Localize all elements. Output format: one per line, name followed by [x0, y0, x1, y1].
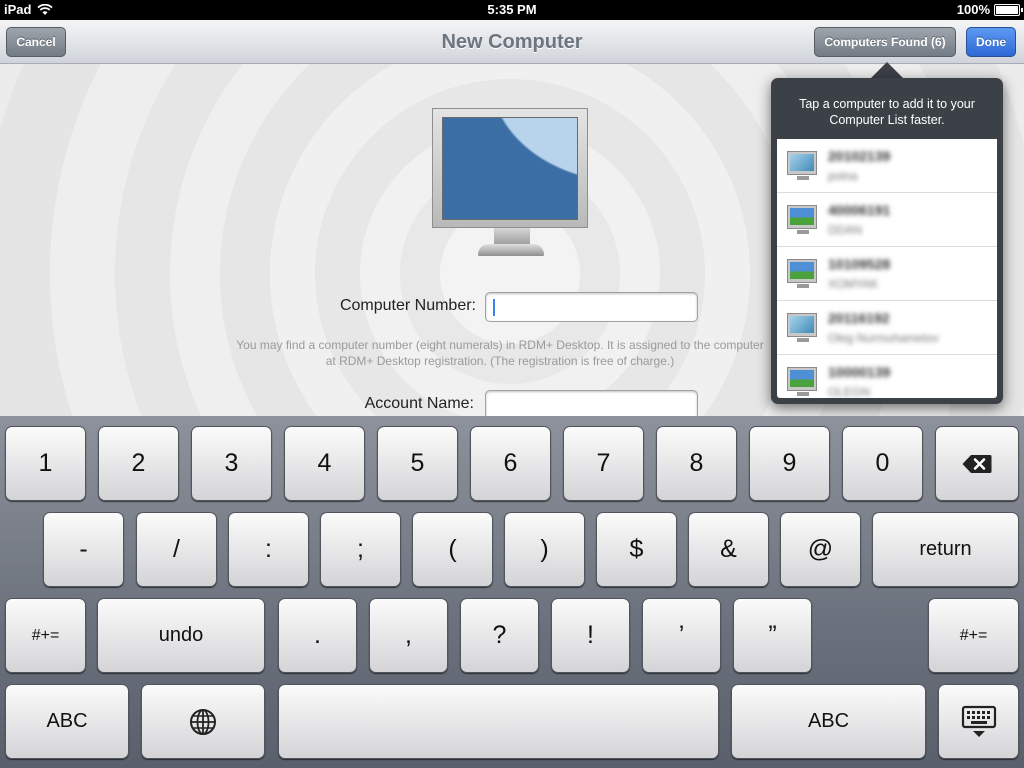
status-bar: iPad 5:35 PM 100% [0, 0, 1024, 20]
key-question[interactable]: ? [460, 598, 539, 673]
key-4[interactable]: 4 [284, 426, 365, 501]
abc-key-left[interactable]: ABC [5, 684, 129, 759]
status-time: 5:35 PM [487, 2, 537, 17]
key-6[interactable]: 6 [470, 426, 551, 501]
popover-arrow [870, 62, 904, 79]
monitor-base [478, 244, 544, 256]
monitor-icon-screen [790, 370, 814, 387]
hide-keyboard-icon [961, 705, 996, 737]
keyboard: 1 2 3 4 5 6 7 8 9 0 - / : ; ( ) $ & @ re… [0, 416, 1024, 768]
computer-number-hint: You may find a computer number (eight nu… [236, 338, 764, 368]
monitor-icon-xp [787, 205, 817, 234]
key-period[interactable]: . [278, 598, 357, 673]
monitor-icon-xp [787, 259, 817, 288]
return-key[interactable]: return [872, 512, 1019, 587]
key-1[interactable]: 1 [5, 426, 86, 501]
computer-owner: XOMYAK [828, 277, 879, 291]
key-exclamation[interactable]: ! [551, 598, 630, 673]
key-slash[interactable]: / [136, 512, 217, 587]
computer-list-item[interactable]: 40006191 DDAN [777, 193, 997, 247]
computer-number: 10000139 [828, 364, 891, 380]
monitor-icon-blue [787, 313, 817, 342]
computer-owner: Oleg Nurmuhametov [828, 331, 939, 345]
key-close-paren[interactable]: ) [504, 512, 585, 587]
key-3[interactable]: 3 [191, 426, 272, 501]
computer-number: 40006191 [828, 202, 891, 218]
key-semicolon[interactable]: ; [320, 512, 401, 587]
computer-number: 20102139 [828, 148, 891, 164]
done-button[interactable]: Done [966, 27, 1016, 57]
computer-owner: DDAN [828, 223, 863, 237]
battery-icon [994, 3, 1023, 16]
computer-list-item[interactable]: 20102139 polna [777, 139, 997, 193]
computer-monitor-icon [432, 108, 588, 228]
account-name-input[interactable] [485, 390, 698, 416]
key-9[interactable]: 9 [749, 426, 830, 501]
monitor-icon-blue [787, 151, 817, 180]
monitor-screen [442, 117, 578, 220]
account-name-label: Account Name: [364, 395, 474, 412]
key-2[interactable]: 2 [98, 426, 179, 501]
status-right: 100% [956, 2, 1023, 17]
backspace-icon [962, 454, 992, 473]
computer-list-item[interactable]: 20116192 Oleg Nurmuhametov [777, 301, 997, 355]
battery-label: 100% [956, 2, 990, 17]
abc-key-right[interactable]: ABC [731, 684, 926, 759]
key-at[interactable]: @ [780, 512, 861, 587]
backspace-key[interactable] [935, 426, 1019, 501]
symbols-key-left[interactable]: #+= [5, 598, 86, 673]
space-key[interactable] [278, 684, 719, 759]
computer-list-item[interactable]: 10109528 XOMYAK [777, 247, 997, 301]
computer-list-item[interactable]: 10000139 OLEGN [777, 355, 997, 398]
key-ampersand[interactable]: & [688, 512, 769, 587]
key-5[interactable]: 5 [377, 426, 458, 501]
popover-header: Tap a computer to add it to your Compute… [799, 97, 975, 127]
key-dash[interactable]: - [43, 512, 124, 587]
computer-owner: polna [828, 169, 858, 183]
computer-number-input[interactable] [485, 292, 698, 322]
navigation-bar: Cancel New Computer Computers Found (6) … [0, 20, 1024, 64]
undo-key[interactable]: undo [97, 598, 265, 673]
key-7[interactable]: 7 [563, 426, 644, 501]
text-caret [493, 299, 495, 316]
computer-number: 20116192 [828, 310, 890, 326]
hide-keyboard-key[interactable] [938, 684, 1019, 759]
monitor-icon-screen [790, 208, 814, 225]
key-0[interactable]: 0 [842, 426, 923, 501]
key-comma[interactable]: , [369, 598, 448, 673]
monitor-icon-screen [790, 316, 814, 333]
key-quote[interactable]: ” [733, 598, 812, 673]
symbols-key-right[interactable]: #+= [928, 598, 1019, 673]
computer-number-label: Computer Number: [339, 297, 476, 314]
monitor-icon-screen [790, 262, 814, 279]
computers-found-button[interactable]: Computers Found (6) [814, 27, 956, 57]
key-apostrophe[interactable]: ’ [642, 598, 721, 673]
key-colon[interactable]: : [228, 512, 309, 587]
globe-icon [190, 708, 216, 735]
computer-owner: OLEGN [828, 385, 871, 398]
globe-key[interactable] [141, 684, 265, 759]
battery-fill [996, 5, 1018, 14]
computer-number: 10109528 [828, 256, 891, 272]
key-open-paren[interactable]: ( [412, 512, 493, 587]
monitor-icon-xp [787, 367, 817, 396]
computer-list[interactable]: 20102139 polna 40006191 DDAN 10109528 XOMYAK 2… [777, 139, 997, 398]
key-dollar[interactable]: $ [596, 512, 677, 587]
computers-found-popover: Tap a computer to add it to your Compute… [771, 78, 1003, 404]
key-8[interactable]: 8 [656, 426, 737, 501]
monitor-icon-screen [790, 154, 814, 171]
